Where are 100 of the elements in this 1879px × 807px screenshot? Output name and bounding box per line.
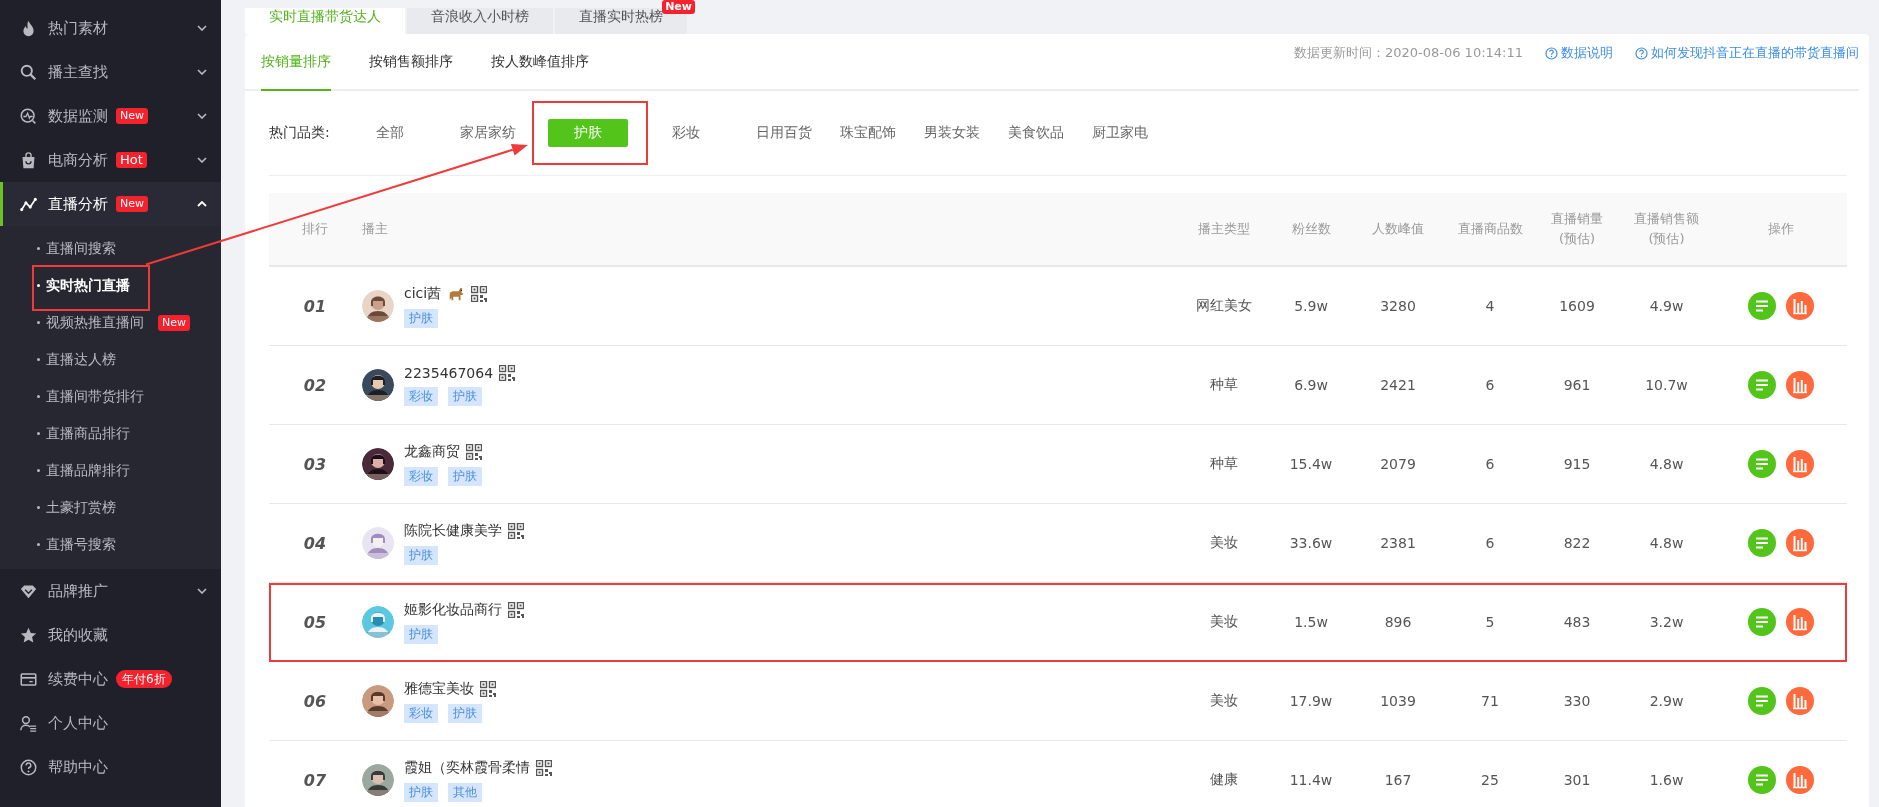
- chevron-up-icon: [197, 201, 207, 207]
- sidebar-item[interactable]: 个人中心: [0, 701, 221, 745]
- table-cell: 822: [1536, 503, 1618, 583]
- sidebar-item[interactable]: 电商分析 Hot: [0, 138, 221, 182]
- category-tag: 护肤: [404, 624, 438, 644]
- table-cell: 330: [1536, 661, 1618, 741]
- table-cell: 6.9w: [1270, 345, 1352, 425]
- category-tag: 彩妆: [404, 703, 438, 723]
- help-icon: [1635, 46, 1648, 60]
- column-header: 播主: [361, 193, 1178, 266]
- list-icon[interactable]: [1748, 608, 1776, 636]
- qr-code-icon[interactable]: [508, 522, 524, 539]
- new-badge: New: [662, 0, 695, 14]
- bar-chart-icon[interactable]: [1786, 529, 1814, 557]
- category-option[interactable]: 日用百货: [756, 124, 816, 142]
- sidebar-item[interactable]: 播主查找: [0, 50, 221, 94]
- chevron-down-icon: [197, 157, 207, 163]
- qr-code-icon[interactable]: [536, 759, 552, 776]
- anchor-name: 龙鑫商贸: [404, 442, 460, 461]
- bar-chart-icon[interactable]: [1786, 371, 1814, 399]
- table-cell: 2079: [1352, 424, 1444, 504]
- sidebar-item[interactable]: 帮助中心: [0, 745, 221, 789]
- column-header: 直播商品数: [1444, 193, 1536, 266]
- category-tag: 护肤: [448, 703, 482, 723]
- submenu-item[interactable]: 直播品牌排行: [0, 452, 221, 489]
- column-header: 操作: [1715, 193, 1847, 266]
- category-option[interactable]: 厨卫家电: [1092, 124, 1152, 142]
- table-cell: 4: [1444, 266, 1536, 346]
- bullet-icon: [37, 247, 40, 250]
- qr-code-icon[interactable]: [499, 364, 516, 381]
- table-cell: 1.5w: [1270, 582, 1352, 662]
- category-option[interactable]: 美食饮品: [1008, 124, 1068, 142]
- table-cell: 33.6w: [1270, 503, 1352, 583]
- submenu-item[interactable]: 直播间带货排行: [0, 378, 221, 415]
- qr-code-icon[interactable]: [466, 443, 482, 460]
- bar-chart-icon[interactable]: [1786, 608, 1814, 636]
- table-cell: 美妆: [1178, 503, 1270, 583]
- sort-tab[interactable]: 按人数峰值排序: [491, 53, 589, 91]
- bar-chart-icon[interactable]: [1786, 766, 1814, 794]
- bullet-icon: [37, 506, 40, 509]
- qr-code-icon[interactable]: [508, 601, 524, 618]
- submenu-item[interactable]: 直播号搜索: [0, 526, 221, 563]
- category-label: 热门品类:: [269, 124, 331, 142]
- table-cell: 4.8w: [1618, 424, 1715, 504]
- submenu-item[interactable]: 视频热推直播间 New: [0, 304, 221, 341]
- sort-tab[interactable]: 按销售额排序: [369, 53, 453, 91]
- badge: 年付6折: [116, 670, 172, 688]
- category-option[interactable]: 全部: [376, 124, 436, 142]
- bar-chart-icon[interactable]: [1786, 687, 1814, 715]
- badge: Hot: [116, 152, 147, 168]
- qr-code-icon[interactable]: [480, 680, 496, 697]
- category-option[interactable]: 男装女装: [924, 124, 984, 142]
- list-icon[interactable]: [1748, 371, 1776, 399]
- line-chart-icon: [20, 195, 37, 213]
- qr-code-icon[interactable]: [471, 285, 488, 302]
- submenu-item[interactable]: 直播商品排行: [0, 415, 221, 452]
- table-cell: 3280: [1352, 266, 1444, 346]
- column-header: 直播销量 (预估): [1536, 193, 1618, 266]
- bullet-icon: [37, 543, 40, 546]
- category-tag: 护肤: [404, 782, 438, 802]
- sidebar-item[interactable]: 数据监测 New: [0, 94, 221, 138]
- table-cell: 2.9w: [1618, 661, 1715, 741]
- category-option[interactable]: 珠宝配饰: [840, 124, 900, 142]
- category-option[interactable]: 彩妆: [672, 124, 732, 142]
- category-tag: 彩妆: [404, 466, 438, 486]
- submenu-item[interactable]: 直播间搜索: [0, 230, 221, 267]
- bullet-icon: [37, 358, 40, 361]
- table-cell: 1609: [1536, 266, 1618, 346]
- table-cell: 1039: [1352, 661, 1444, 741]
- table-cell: 2381: [1352, 503, 1444, 583]
- table-cell: 2421: [1352, 345, 1444, 425]
- sidebar-item[interactable]: 续费中心 年付6折: [0, 657, 221, 701]
- category-option[interactable]: 家居家纺: [460, 124, 520, 142]
- table-cell: 网红美女: [1178, 266, 1270, 346]
- bar-chart-icon[interactable]: [1786, 292, 1814, 320]
- help-link[interactable]: 如何发现抖音正在直播的带货直播间: [1635, 44, 1859, 62]
- sidebar-item[interactable]: 品牌推广: [0, 569, 221, 613]
- card-icon: [20, 670, 37, 688]
- submenu-item[interactable]: 土豪打赏榜: [0, 489, 221, 526]
- list-icon[interactable]: [1748, 450, 1776, 478]
- help-link[interactable]: 数据说明: [1545, 44, 1613, 62]
- list-icon[interactable]: [1748, 687, 1776, 715]
- table-cell: 483: [1536, 582, 1618, 662]
- submenu-item[interactable]: 直播达人榜: [0, 341, 221, 378]
- anchor-name: cici茜: [404, 284, 442, 303]
- table-cell: 4.8w: [1618, 503, 1715, 583]
- user-icon: [20, 714, 37, 732]
- submenu-item[interactable]: 实时热门直播: [0, 267, 221, 304]
- list-icon[interactable]: [1748, 292, 1776, 320]
- column-header: 播主类型: [1178, 193, 1270, 266]
- sidebar-item[interactable]: 直播分析 New: [0, 182, 221, 226]
- tab[interactable]: 音浪收入小时榜: [407, 8, 553, 34]
- rank-number: 05: [269, 582, 361, 662]
- anchor-name: 2235467064: [404, 364, 494, 381]
- bar-chart-icon[interactable]: [1786, 450, 1814, 478]
- sidebar-item[interactable]: 热门素材: [0, 6, 221, 50]
- list-icon[interactable]: [1748, 529, 1776, 557]
- list-icon[interactable]: [1748, 766, 1776, 794]
- flame-icon: [20, 19, 37, 37]
- sidebar-item[interactable]: 我的收藏: [0, 613, 221, 657]
